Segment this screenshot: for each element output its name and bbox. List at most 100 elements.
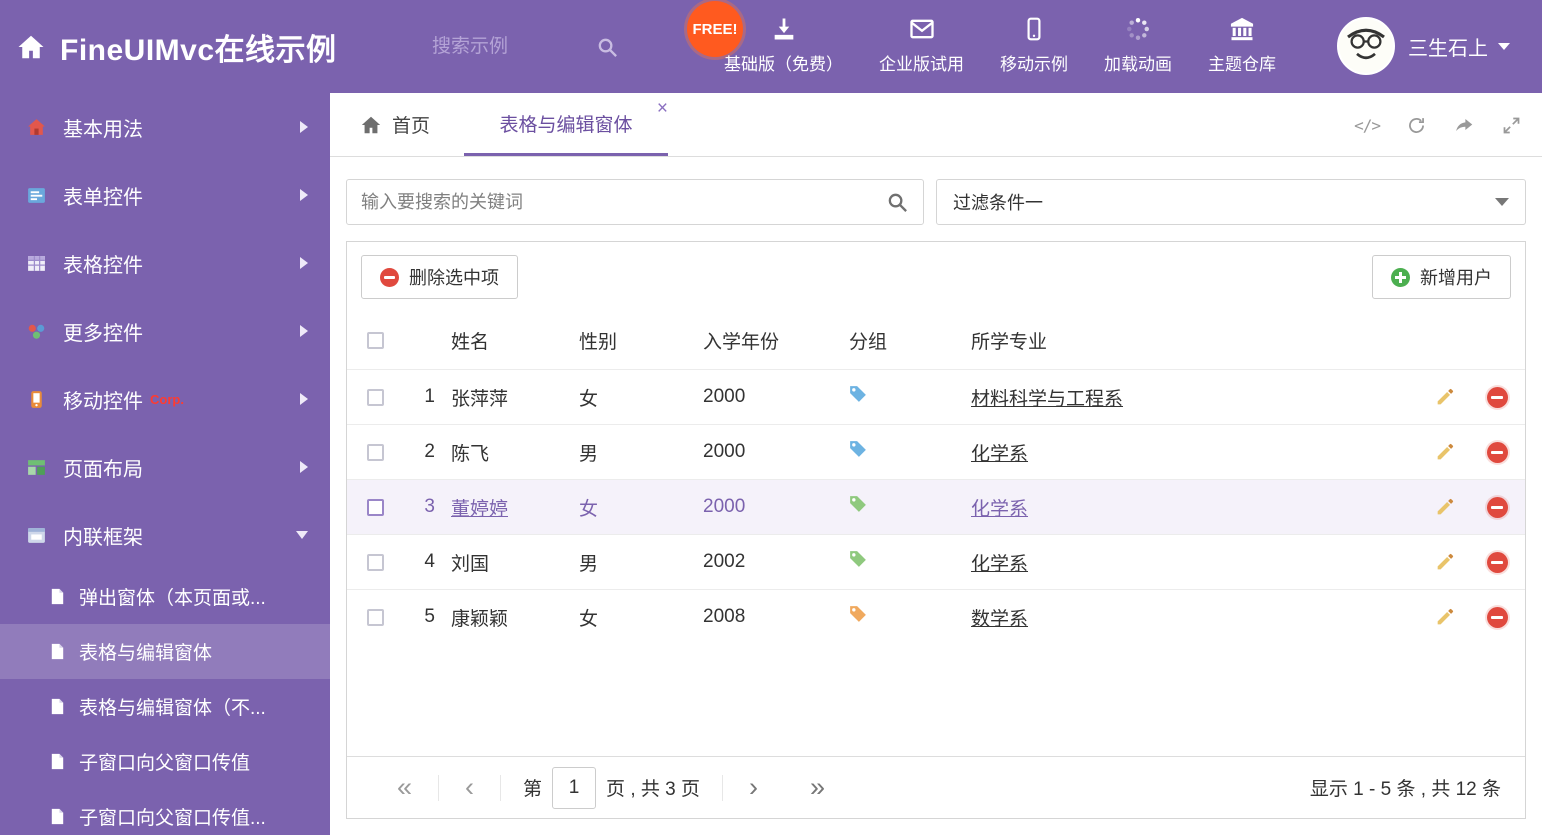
column-header-name[interactable]: 姓名 bbox=[439, 327, 567, 354]
sidebar-item-page-layout[interactable]: 页面布局 bbox=[0, 433, 330, 501]
sidebar-item-iframe[interactable]: 内联框架 bbox=[0, 501, 330, 569]
search-icon[interactable] bbox=[886, 191, 909, 214]
table-row[interactable]: 4 刘国 男 2002 化学系 bbox=[347, 534, 1525, 589]
fullscreen-icon[interactable] bbox=[1501, 115, 1522, 136]
envelope-icon bbox=[908, 13, 936, 43]
refresh-icon[interactable] bbox=[1406, 115, 1427, 136]
sidebar-subitem-label: 表格与编辑窗体（不... bbox=[79, 698, 266, 719]
sidebar-item-form-controls[interactable]: 表单控件 bbox=[0, 161, 330, 229]
tab-label: 表格与编辑窗体 bbox=[499, 114, 633, 136]
tab-grid-edit-window[interactable]: 表格与编辑窗体 × bbox=[464, 93, 669, 156]
header-search[interactable] bbox=[432, 28, 638, 66]
sidebar-subitem-child-to-parent[interactable]: 子窗口向父窗口传值 bbox=[0, 734, 330, 789]
first-page-button[interactable]: « bbox=[371, 774, 438, 801]
table-row[interactable]: 1 张萍萍 女 2000 材料科学与工程系 bbox=[347, 369, 1525, 424]
nav-label: 移动示例 bbox=[1000, 55, 1068, 74]
open-in-new-icon[interactable] bbox=[1453, 114, 1475, 136]
button-label: 删除选中项 bbox=[409, 268, 499, 288]
table-icon bbox=[26, 253, 47, 274]
prev-page-button[interactable]: ‹ bbox=[439, 774, 500, 801]
header-search-input[interactable] bbox=[432, 36, 596, 58]
download-icon bbox=[770, 13, 798, 43]
column-header-group[interactable]: 分组 bbox=[837, 327, 957, 354]
home-icon bbox=[360, 114, 382, 136]
major-link[interactable]: 数学系 bbox=[971, 609, 1028, 630]
tab-home[interactable]: 首页 bbox=[360, 93, 430, 156]
keyword-input[interactable] bbox=[361, 191, 886, 213]
nav-theme-store[interactable]: 主题仓库 bbox=[1208, 13, 1276, 75]
column-header-major[interactable]: 所学专业 bbox=[957, 327, 1421, 354]
row-checkbox[interactable] bbox=[366, 608, 384, 626]
chevron-right-icon bbox=[300, 325, 308, 337]
row-checkbox[interactable] bbox=[366, 553, 384, 571]
last-page-button[interactable]: » bbox=[784, 774, 851, 801]
delete-row-icon[interactable] bbox=[1486, 441, 1508, 463]
cell-name: 康颖颖 bbox=[451, 608, 509, 630]
user-menu[interactable]: 三生石上 bbox=[1408, 0, 1510, 93]
table-row[interactable]: 5 康颖颖 女 2008 数学系 bbox=[347, 589, 1525, 644]
tab-bar: 首页 表格与编辑窗体 × </> bbox=[330, 93, 1542, 157]
close-icon[interactable]: × bbox=[657, 98, 668, 120]
file-icon bbox=[48, 587, 67, 606]
row-checkbox[interactable] bbox=[366, 388, 384, 406]
major-link[interactable]: 化学系 bbox=[971, 499, 1028, 520]
sidebar-item-mobile-controls[interactable]: 移动控件 Corp. bbox=[0, 365, 330, 433]
edit-pencil-icon[interactable] bbox=[1434, 386, 1456, 408]
sidebar-subitem-grid-edit-window-2[interactable]: 表格与编辑窗体（不... bbox=[0, 679, 330, 734]
column-header-year[interactable]: 入学年份 bbox=[691, 327, 837, 354]
sidebar-item-more-controls[interactable]: 更多控件 bbox=[0, 297, 330, 365]
page-number-input[interactable] bbox=[552, 766, 597, 809]
chevron-down-icon bbox=[1495, 198, 1509, 206]
edit-pencil-icon[interactable] bbox=[1434, 606, 1456, 628]
nav-mobile-demo[interactable]: 移动示例 bbox=[1000, 13, 1068, 75]
row-number: 2 bbox=[424, 441, 435, 462]
table-row[interactable]: 2 陈飞 男 2000 化学系 bbox=[347, 424, 1525, 479]
sidebar-item-label: 表格控件 bbox=[63, 254, 143, 277]
app-title: FineUIMvc在线示例 bbox=[60, 33, 337, 67]
chevron-right-icon bbox=[300, 121, 308, 133]
nav-basic-free[interactable]: 基础版（免费） bbox=[724, 13, 843, 75]
row-checkbox[interactable] bbox=[366, 498, 384, 516]
house-icon bbox=[26, 117, 47, 138]
edit-pencil-icon[interactable] bbox=[1434, 441, 1456, 463]
nav-loading-animation[interactable]: 加载动画 bbox=[1104, 13, 1172, 75]
bouquet-icon bbox=[26, 321, 47, 342]
row-checkbox[interactable] bbox=[366, 443, 384, 461]
sidebar-item-label: 更多控件 bbox=[63, 322, 143, 345]
column-header-gender[interactable]: 性别 bbox=[567, 327, 691, 354]
cell-gender: 男 bbox=[579, 553, 599, 575]
delete-row-icon[interactable] bbox=[1486, 386, 1508, 408]
sidebar-item-grid-controls[interactable]: 表格控件 bbox=[0, 229, 330, 297]
add-user-button[interactable]: 新增用户 bbox=[1372, 255, 1511, 299]
sidebar-subitem-popup-window[interactable]: 弹出窗体（本页面或... bbox=[0, 569, 330, 624]
sidebar-subitem-child-to-parent-2[interactable]: 子窗口向父窗口传值... bbox=[0, 789, 330, 835]
main-area: 首页 表格与编辑窗体 × </> 输入要搜索的关键词 过滤条件一 删除选中项 新… bbox=[330, 93, 1542, 835]
delete-row-icon[interactable] bbox=[1486, 496, 1508, 518]
row-number: 5 bbox=[424, 606, 435, 627]
sidebar-item-basic-usage[interactable]: 基本用法 bbox=[0, 93, 330, 161]
filter-dropdown[interactable]: 过滤条件一 bbox=[936, 179, 1526, 225]
major-link[interactable]: 化学系 bbox=[971, 444, 1028, 465]
minus-circle-icon bbox=[380, 267, 399, 287]
major-link[interactable]: 材料科学与工程系 bbox=[971, 389, 1123, 410]
table-row-selected[interactable]: 3 董婷婷 女 2000 化学系 bbox=[347, 479, 1525, 534]
row-number: 4 bbox=[424, 551, 435, 572]
major-link[interactable]: 化学系 bbox=[971, 554, 1028, 575]
nav-label: 加载动画 bbox=[1104, 55, 1172, 74]
avatar[interactable] bbox=[1337, 17, 1395, 75]
edit-pencil-icon[interactable] bbox=[1434, 496, 1456, 518]
next-page-button[interactable]: › bbox=[723, 774, 784, 801]
brand[interactable]: FineUIMvc在线示例 bbox=[16, 0, 337, 93]
delete-row-icon[interactable] bbox=[1486, 606, 1508, 628]
sidebar-subitem-label: 弹出窗体（本页面或... bbox=[79, 588, 266, 609]
select-all-checkbox[interactable] bbox=[366, 331, 384, 349]
edit-pencil-icon[interactable] bbox=[1434, 551, 1456, 573]
nav-enterprise-trial[interactable]: 企业版试用 bbox=[879, 13, 964, 75]
view-source-icon[interactable]: </> bbox=[1354, 116, 1381, 135]
bank-icon bbox=[1228, 13, 1256, 43]
delete-selected-button[interactable]: 删除选中项 bbox=[361, 255, 518, 299]
delete-row-icon[interactable] bbox=[1486, 551, 1508, 573]
sidebar-subitem-grid-edit-window[interactable]: 表格与编辑窗体 bbox=[0, 624, 330, 679]
home-icon bbox=[16, 32, 46, 62]
search-icon[interactable] bbox=[596, 36, 619, 59]
